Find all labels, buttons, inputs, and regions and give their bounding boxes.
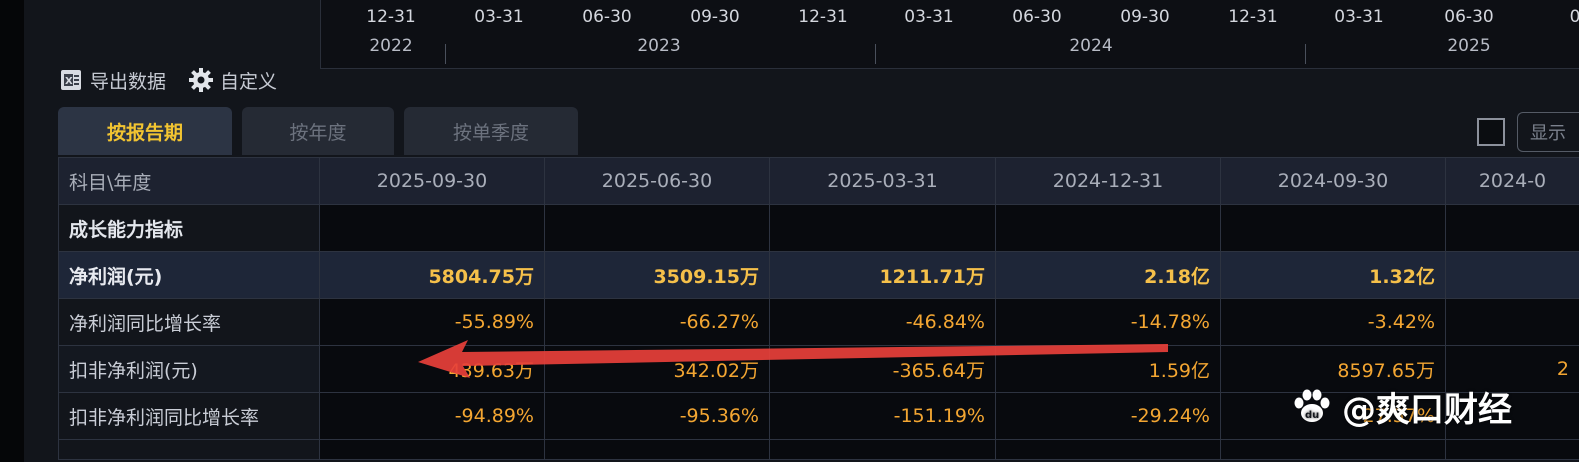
- column-header[interactable]: 2024-09-30: [1220, 157, 1446, 205]
- row-label: 净利润同比增长率: [58, 298, 320, 346]
- right-controls: 显示: [1477, 110, 1579, 154]
- row-label: 扣非净利润(元): [58, 345, 320, 393]
- table-cell: [769, 204, 996, 252]
- period-tabs: 按报告期 按年度 按单季度: [58, 107, 578, 155]
- timeline-date[interactable]: 06-30: [1444, 7, 1493, 27]
- timeline-divider: [875, 44, 876, 64]
- timeline-date[interactable]: 06-30: [1012, 7, 1061, 27]
- table-row-partial: [58, 439, 1579, 460]
- column-header[interactable]: 2025-09-30: [319, 157, 545, 205]
- table-row-net-profit[interactable]: 净利润(元) 5804.75万 3509.15万 1211.71万 2.18亿 …: [58, 251, 1579, 299]
- gear-icon: [189, 68, 214, 92]
- table-cell: 342.02万: [544, 345, 770, 393]
- export-excel-icon: X: [61, 70, 81, 90]
- watermark: du @爽口财经: [1290, 382, 1512, 431]
- table-cell: [1445, 298, 1579, 346]
- column-header[interactable]: 2024-12-31: [995, 157, 1221, 205]
- table-cell: [1445, 251, 1579, 299]
- table-cell: -151.19%: [769, 392, 996, 440]
- timeline-year: 2024: [1069, 36, 1113, 56]
- table-cell: -94.89%: [319, 392, 545, 440]
- tab-by-year[interactable]: 按年度: [242, 107, 394, 155]
- column-header[interactable]: 2024-0: [1445, 157, 1579, 205]
- table-cell: [544, 204, 770, 252]
- svg-text:du: du: [1305, 410, 1319, 421]
- section-row-growth-indicators: 成长能力指标: [58, 204, 1579, 252]
- table-cell: 1.32亿: [1220, 251, 1446, 299]
- table-cell: -14.78%: [995, 298, 1221, 346]
- timeline-date[interactable]: 09-30: [690, 7, 739, 27]
- table-cell: -3.42%: [1220, 298, 1446, 346]
- toolbar: X 导出数据 自定义: [58, 62, 291, 98]
- table-cell: [769, 439, 996, 460]
- table-cell: [319, 439, 545, 460]
- watermark-text: @爽口财经: [1342, 390, 1512, 430]
- customize-label: 自定义: [220, 70, 278, 93]
- timeline-date[interactable]: 03-31: [474, 7, 523, 27]
- table-cell: -29.24%: [995, 392, 1221, 440]
- table-cell: -55.89%: [319, 298, 545, 346]
- timeline-year: 2022: [369, 36, 413, 56]
- column-header[interactable]: 2025-06-30: [544, 157, 770, 205]
- table-cell: 2.18亿: [995, 251, 1221, 299]
- export-data-button[interactable]: X 导出数据: [58, 67, 166, 94]
- table-cell: [319, 204, 545, 252]
- table-cell: [1220, 204, 1446, 252]
- timeline-divider: [1305, 44, 1306, 64]
- table-header-row: 科目\年度 2025-09-30 2025-06-30 2025-03-31 2…: [58, 157, 1579, 205]
- table-cell: -46.84%: [769, 298, 996, 346]
- table-cell: [995, 439, 1221, 460]
- column-header[interactable]: 2025-03-31: [769, 157, 996, 205]
- timeline-divider: [445, 44, 446, 64]
- timeline-date[interactable]: 03-31: [1334, 7, 1383, 27]
- table-cell: 5804.75万: [319, 251, 545, 299]
- show-button[interactable]: 显示: [1517, 112, 1579, 152]
- table-cell: -66.27%: [544, 298, 770, 346]
- row-label: 扣非净利润同比增长率: [58, 392, 320, 440]
- timeline-date[interactable]: 12-31: [798, 7, 847, 27]
- export-data-label: 导出数据: [90, 70, 167, 93]
- customize-button[interactable]: 自定义: [188, 67, 277, 94]
- table-row-net-profit-yoy[interactable]: 净利润同比增长率 -55.89% -66.27% -46.84% -14.78%…: [58, 298, 1579, 346]
- timeline-year: 2025: [1447, 36, 1491, 56]
- table-cell: 3509.15万: [544, 251, 770, 299]
- tab-by-single-quarter[interactable]: 按单季度: [404, 107, 578, 155]
- row-label: 成长能力指标: [58, 204, 320, 252]
- paw-logo-icon: du: [1294, 389, 1330, 422]
- table-cell: [1445, 204, 1579, 252]
- left-edge: [0, 0, 24, 462]
- svg-text:X: X: [65, 76, 73, 87]
- timeline-date[interactable]: 09-30: [1120, 7, 1169, 27]
- table-cell: 1.59亿: [995, 345, 1221, 393]
- timeline-year: 2023: [637, 36, 681, 56]
- table-cell: [1445, 439, 1579, 460]
- timeline-date[interactable]: 12-31: [366, 7, 415, 27]
- tab-by-report-period[interactable]: 按报告期: [58, 107, 232, 155]
- show-checkbox[interactable]: [1477, 118, 1505, 146]
- table-cell: [995, 204, 1221, 252]
- timeline-date[interactable]: 06-30: [582, 7, 631, 27]
- table-cell: 1211.71万: [769, 251, 996, 299]
- table-cell: 439.63万: [319, 345, 545, 393]
- row-label: [58, 439, 320, 460]
- timeline-date[interactable]: 0: [1570, 7, 1579, 27]
- row-label: 净利润(元): [58, 251, 320, 299]
- column-header: 科目\年度: [58, 157, 320, 205]
- table-cell: [544, 439, 770, 460]
- table-cell: -95.36%: [544, 392, 770, 440]
- period-timeline[interactable]: 12-31 03-31 06-30 09-30 12-31 03-31 06-3…: [320, 0, 1579, 69]
- timeline-date[interactable]: 12-31: [1228, 7, 1277, 27]
- timeline-date[interactable]: 03-31: [904, 7, 953, 27]
- table-cell: [1220, 439, 1446, 460]
- table-cell: -365.64万: [769, 345, 996, 393]
